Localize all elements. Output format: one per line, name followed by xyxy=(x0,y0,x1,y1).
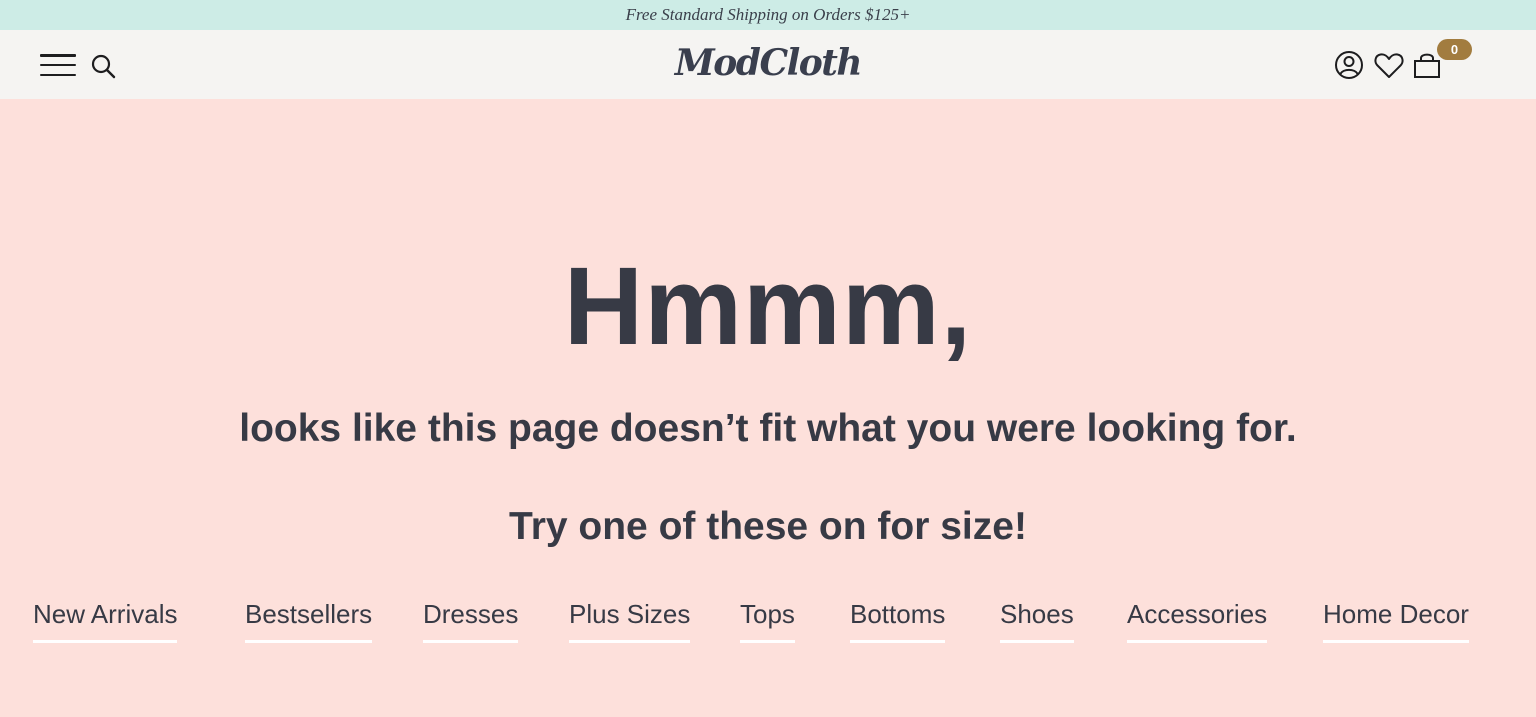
link-new-arrivals[interactable]: New Arrivals xyxy=(33,596,178,643)
page-headline: Hmmm, xyxy=(563,245,973,368)
cart-count-badge: 0 xyxy=(1437,39,1472,60)
suggested-category-links: New Arrivals Bestsellers Dresses Plus Si… xyxy=(0,596,1536,646)
site-header: ModCloth 0 xyxy=(0,30,1536,99)
promo-banner: Free Standard Shipping on Orders $125+ xyxy=(0,0,1536,30)
heart-icon[interactable] xyxy=(1372,48,1406,82)
link-plus-sizes[interactable]: Plus Sizes xyxy=(569,596,691,643)
link-bestsellers[interactable]: Bestsellers xyxy=(245,596,373,643)
link-dresses[interactable]: Dresses xyxy=(423,596,519,643)
account-icon[interactable] xyxy=(1332,48,1366,82)
link-home-decor[interactable]: Home Decor xyxy=(1323,596,1469,643)
search-icon[interactable] xyxy=(88,51,118,81)
error-message: looks like this page doesn’t fit what yo… xyxy=(239,407,1297,450)
menu-icon[interactable] xyxy=(40,52,76,78)
link-accessories[interactable]: Accessories xyxy=(1127,596,1268,643)
modcloth-logo[interactable]: ModCloth xyxy=(675,42,863,84)
link-shoes[interactable]: Shoes xyxy=(1000,596,1074,643)
suggestion-heading: Try one of these on for size! xyxy=(509,505,1027,548)
promo-text: Free Standard Shipping on Orders $125+ xyxy=(625,5,911,24)
not-found-content: Hmmm, looks like this page doesn’t fit w… xyxy=(0,99,1536,717)
link-tops[interactable]: Tops xyxy=(740,596,795,643)
link-bottoms[interactable]: Bottoms xyxy=(850,596,946,643)
